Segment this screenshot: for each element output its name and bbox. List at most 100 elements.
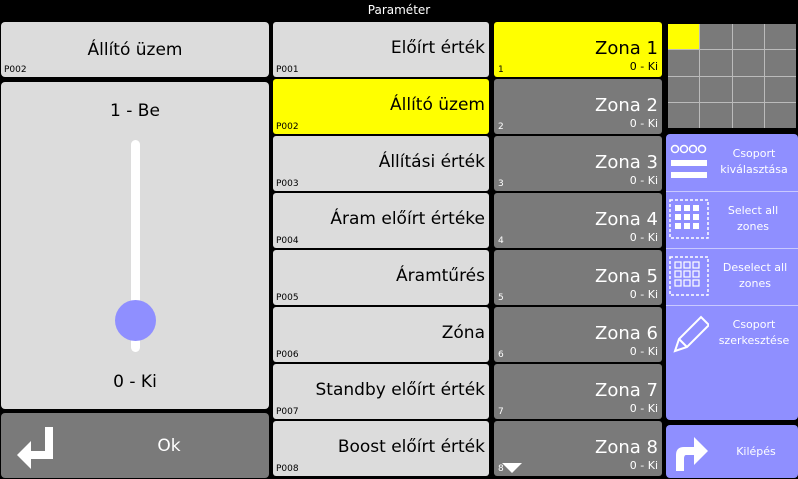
deselect-all-label: Deselect all zones: [722, 261, 788, 290]
zone-number: 1: [498, 65, 504, 75]
zone-number: 7: [498, 407, 504, 417]
select-all-label: Select all zones: [727, 204, 779, 233]
zone-name: Zona 6: [595, 323, 658, 344]
select-all-grid-icon: [669, 199, 709, 239]
zone-row-5[interactable]: Zona 5 0 - Ki 5: [494, 250, 662, 305]
zone-name: Zona 2: [595, 95, 658, 116]
param-label: Állítási érték: [378, 152, 485, 172]
grid-cell: [668, 76, 700, 102]
grid-cell: [732, 24, 764, 50]
zone-number: 5: [498, 293, 504, 303]
grid-cell: [700, 24, 732, 50]
param-row-8[interactable]: Boost előírt érték P008: [273, 421, 571, 476]
grid-cell: [732, 102, 764, 128]
grid-cell: [700, 102, 732, 128]
param-row-7[interactable]: Standby előírt érték P007: [273, 364, 489, 419]
ok-button[interactable]: Ok: [1, 413, 269, 478]
group-actions-panel: Csoport kiválasztása Select all zones De…: [666, 134, 798, 420]
param-row-4[interactable]: Áram előírt értéke P004: [273, 193, 489, 248]
grid-cell-active: [668, 24, 700, 50]
param-label: Áramtűrés: [396, 266, 485, 286]
param-code: P008: [276, 464, 299, 474]
param-code: P006: [276, 350, 299, 360]
grid-cell: [668, 102, 700, 128]
zone-row-1[interactable]: Zona 1 0 - Ki 1: [494, 22, 662, 77]
selected-param-code: P002: [4, 65, 27, 75]
grid-cell: [732, 76, 764, 102]
zone-row-4[interactable]: Zona 4 0 - Ki 4: [494, 193, 662, 248]
selected-param-name: Állító üzem: [87, 40, 183, 60]
zone-number: 2: [498, 122, 504, 132]
group-select-button[interactable]: Csoport kiválasztása: [666, 134, 798, 192]
grid-cell: [764, 102, 796, 128]
scroll-down-icon[interactable]: [502, 463, 522, 473]
slider-bottom-label: 0 - Ki: [113, 372, 157, 392]
grid-cell: [764, 24, 796, 50]
enter-arrow-icon: [17, 427, 53, 469]
grid-cell: [700, 50, 732, 76]
param-label: Áram előírt értéke: [330, 209, 485, 229]
zone-name: Zona 1: [595, 38, 658, 59]
slider-top-label: 1 - Be: [110, 101, 160, 121]
param-row-1[interactable]: Előírt érték P001: [273, 22, 489, 77]
group-select-icon: [670, 144, 707, 178]
grid-cell: [764, 50, 796, 76]
zone-value: 0 - Ki: [629, 231, 658, 244]
param-label: Előírt érték: [390, 38, 485, 58]
zone-number: 6: [498, 350, 504, 360]
grid-cell: [732, 50, 764, 76]
param-row-5[interactable]: Áramtűrés P005: [273, 250, 489, 305]
exit-arrow-icon: [676, 437, 708, 471]
param-row-3[interactable]: Állítási érték P003: [273, 136, 489, 191]
zone-row-7[interactable]: Zona 7 0 - Ki 7: [494, 364, 662, 419]
zone-row-2[interactable]: Zona 2 0 - Ki 2: [494, 79, 662, 134]
zone-number: 4: [498, 236, 504, 246]
zone-row-6[interactable]: Zona 6 0 - Ki 6: [494, 307, 662, 362]
ok-label: Ok: [157, 436, 181, 456]
zone-name: Zona 8: [595, 437, 658, 458]
zone-value: 0 - Ki: [629, 288, 658, 301]
grid-cell: [700, 76, 732, 102]
param-code: P007: [276, 407, 299, 417]
pencil-icon: [673, 315, 709, 353]
selected-param-header: Állító üzem P002: [1, 22, 269, 77]
zone-value: 0 - Ki: [629, 117, 658, 130]
param-label: Állító üzem: [390, 95, 485, 115]
grid-cell: [668, 50, 700, 76]
zone-value: 0 - Ki: [629, 174, 658, 187]
exit-button[interactable]: Kilépés: [666, 425, 798, 478]
param-code: P005: [276, 293, 299, 303]
param-label: Boost előírt érték: [337, 437, 485, 457]
zone-row-3[interactable]: Zona 3 0 - Ki 3: [494, 136, 662, 191]
zone-name: Zona 4: [595, 209, 658, 230]
value-slider-panel: 1 - Be 0 - Ki: [1, 82, 269, 409]
select-all-button[interactable]: Select all zones: [666, 191, 798, 249]
zone-overview-grid: [668, 24, 796, 128]
param-row-6[interactable]: Zóna P006: [273, 307, 489, 362]
zone-number: 3: [498, 179, 504, 189]
zone-name: Zona 5: [595, 266, 658, 287]
deselect-all-button[interactable]: Deselect all zones: [666, 248, 798, 306]
param-code: P004: [276, 236, 299, 246]
zone-value: 0 - Ki: [629, 345, 658, 358]
zone-row-8[interactable]: Zona 8 0 - Ki 8: [494, 421, 662, 476]
zone-name: Zona 7: [595, 380, 658, 401]
param-label: Zóna: [441, 323, 485, 343]
grid-cell: [764, 76, 796, 102]
window-title: Paraméter: [367, 3, 431, 17]
zone-value: 0 - Ki: [629, 402, 658, 415]
param-code: P001: [276, 65, 299, 75]
zone-value: 0 - Ki: [629, 60, 658, 73]
zone-name: Zona 3: [595, 152, 658, 173]
param-row-2[interactable]: Állító üzem P002: [273, 79, 489, 134]
deselect-all-grid-icon: [669, 256, 709, 296]
param-label: Standby előírt érték: [315, 380, 485, 400]
exit-label: Kilépés: [736, 445, 776, 458]
zone-value: 0 - Ki: [629, 459, 658, 472]
slider-knob[interactable]: [115, 300, 156, 341]
group-edit-label: Csoport szerkesztése: [718, 318, 790, 347]
group-select-label: Csoport kiválasztása: [720, 147, 788, 176]
param-code: P002: [276, 122, 299, 132]
group-edit-button[interactable]: Csoport szerkesztése: [666, 305, 798, 362]
param-code: P003: [276, 179, 299, 189]
